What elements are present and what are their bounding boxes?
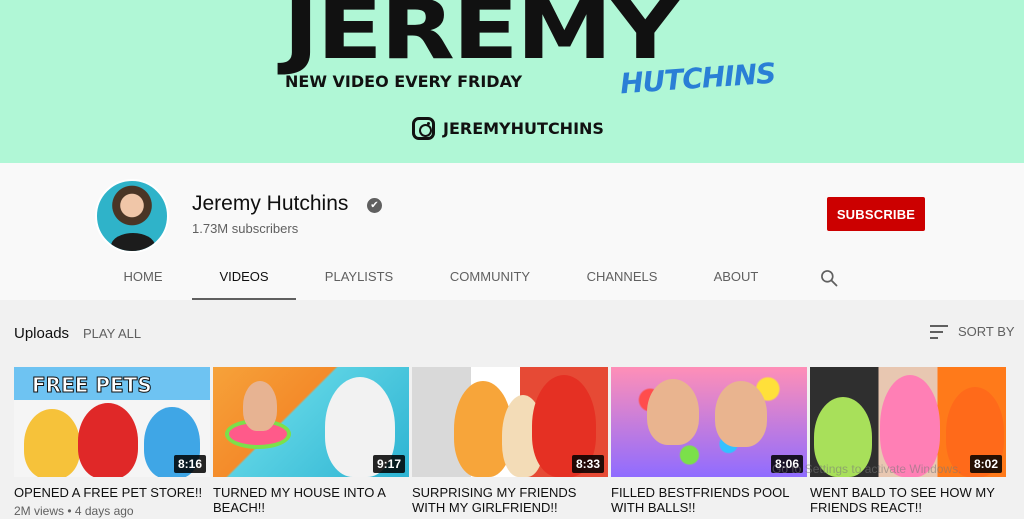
tab-videos[interactable]: VIDEOS: [192, 260, 296, 300]
video-duration: 9:17: [372, 455, 405, 473]
video-meta: 2M views • 4 days ago: [14, 504, 134, 518]
video-card[interactable]: 8:06 FILLED BESTFRIENDS POOL WITH BALLS!…: [611, 367, 807, 515]
subscriber-count: 1.73M subscribers: [192, 221, 299, 236]
channel-banner: JEREMY NEW VIDEO EVERY FRIDAY HUTCHINS J…: [0, 0, 1024, 163]
video-duration: 8:02: [969, 455, 1002, 473]
video-thumbnail[interactable]: 8:02: [810, 367, 1006, 477]
sort-by-label: SORT BY: [958, 324, 1015, 339]
video-duration: 8:16: [173, 455, 206, 473]
channel-avatar[interactable]: [95, 179, 169, 253]
instagram-handle: JEREMYHUTCHINS: [443, 119, 604, 138]
sort-icon: [930, 324, 948, 339]
instagram-icon: [412, 117, 435, 140]
banner-title: JEREMY: [283, 0, 680, 78]
channel-tabs: HOME VIDEOS PLAYLISTS COMMUNITY CHANNELS…: [0, 260, 1024, 300]
video-card[interactable]: 8:02 WENT BALD TO SEE HOW MY FRIENDS REA…: [810, 367, 1006, 515]
verified-icon: ✔: [367, 198, 382, 213]
video-title[interactable]: WENT BALD TO SEE HOW MY FRIENDS REACT!!: [810, 485, 1006, 515]
play-all-button[interactable]: PLAY ALL: [83, 326, 141, 341]
tab-home[interactable]: HOME: [110, 260, 176, 300]
tab-community[interactable]: COMMUNITY: [442, 260, 538, 300]
video-thumbnail[interactable]: 8:33: [412, 367, 608, 477]
tab-channels[interactable]: CHANNELS: [580, 260, 664, 300]
subscribe-button[interactable]: SUBSCRIBE: [827, 197, 925, 231]
uploads-title: Uploads: [14, 325, 70, 342]
video-card[interactable]: 8:33 SURPRISING MY FRIENDS WITH MY GIRLF…: [412, 367, 608, 515]
video-thumbnail[interactable]: FREE PETS 8:16: [14, 367, 210, 477]
channel-header: Jeremy Hutchins ✔ 1.73M subscribers SUBS…: [0, 163, 1024, 300]
uploads-bar: Uploads PLAY ALL SORT BY: [0, 300, 1024, 364]
tab-playlists[interactable]: PLAYLISTS: [318, 260, 400, 300]
video-card[interactable]: FREE PETS 8:16 OPENED A FREE PET STORE!!…: [14, 367, 210, 518]
channel-name: Jeremy Hutchins: [192, 192, 349, 215]
search-icon[interactable]: [819, 268, 839, 288]
video-title[interactable]: FILLED BESTFRIENDS POOL WITH BALLS!!: [611, 485, 807, 515]
video-title[interactable]: SURPRISING MY FRIENDS WITH MY GIRLFRIEND…: [412, 485, 608, 515]
sort-by-button[interactable]: SORT BY: [930, 324, 1015, 339]
video-title[interactable]: OPENED A FREE PET STORE!!: [14, 485, 210, 500]
thumbnail-text: FREE PETS: [32, 373, 153, 398]
video-thumbnail[interactable]: 9:17: [213, 367, 409, 477]
activate-windows-watermark: Go to Settings to activate Windows.: [772, 462, 962, 476]
video-duration: 8:33: [571, 455, 604, 473]
video-title[interactable]: TURNED MY HOUSE INTO A BEACH!!: [213, 485, 409, 515]
video-thumbnail[interactable]: 8:06: [611, 367, 807, 477]
banner-tagline: NEW VIDEO EVERY FRIDAY: [285, 72, 523, 91]
banner-instagram: JEREMYHUTCHINS: [412, 117, 604, 140]
tab-about[interactable]: ABOUT: [708, 260, 764, 300]
video-card[interactable]: 9:17 TURNED MY HOUSE INTO A BEACH!!: [213, 367, 409, 515]
